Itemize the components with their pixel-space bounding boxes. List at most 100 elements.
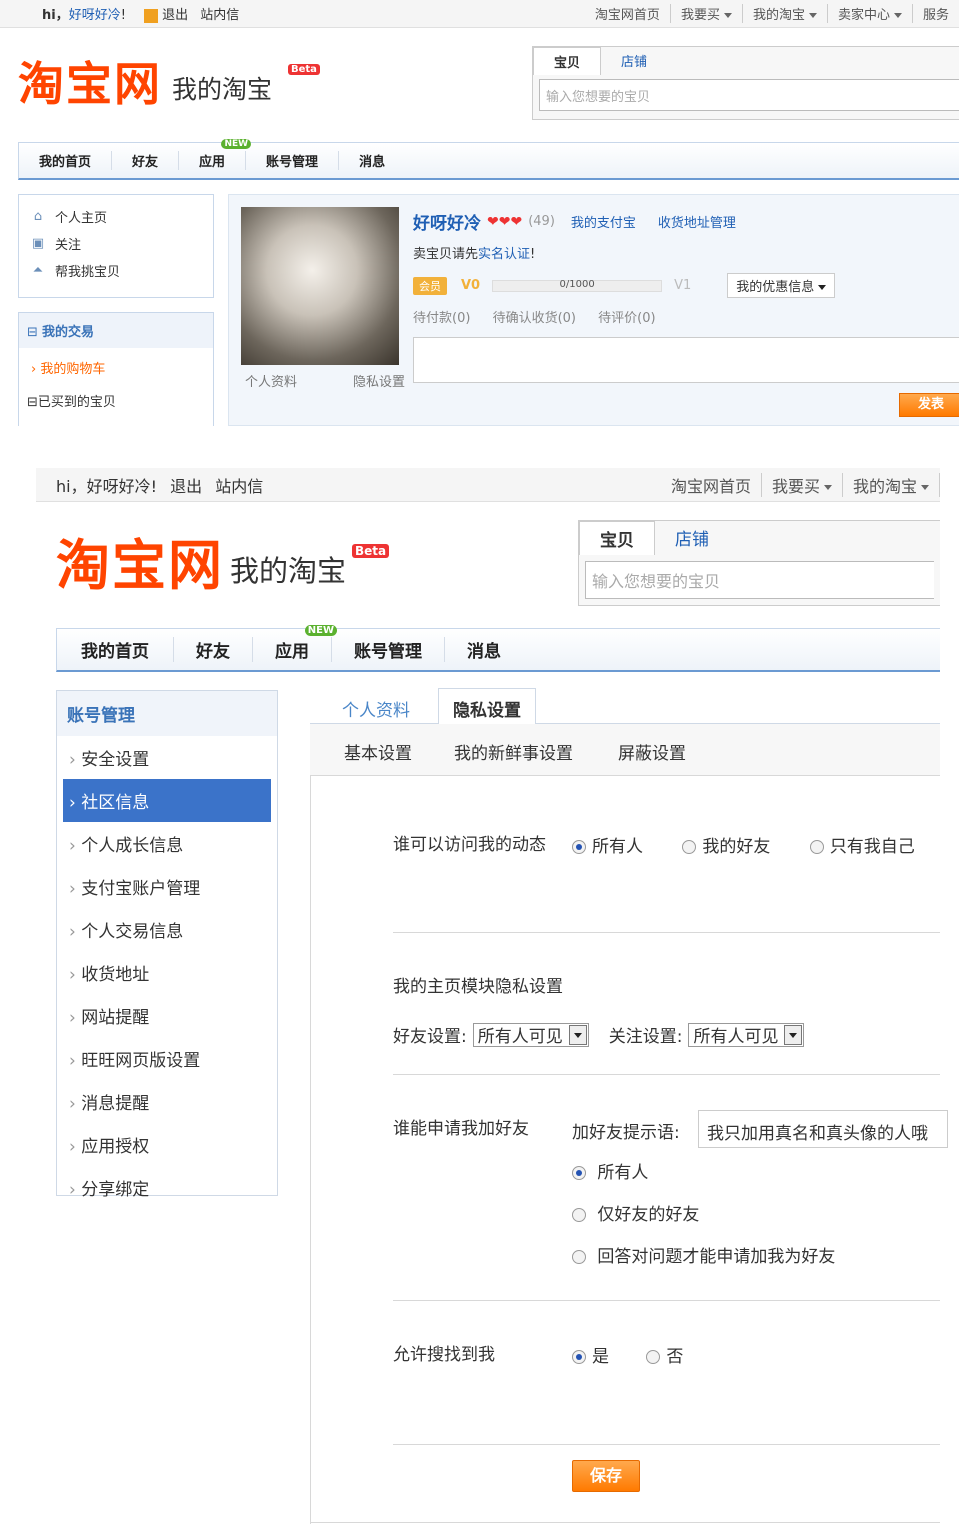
search-input[interactable]: 输入您想要的宝贝 xyxy=(585,561,934,599)
divider xyxy=(393,1300,940,1301)
logo-2[interactable]: 淘宝网 我的淘宝 Beta xyxy=(56,534,390,596)
side-item-homepage[interactable]: ⌂ 个人主页 xyxy=(19,203,213,230)
new-badge: NEW xyxy=(304,625,337,636)
search-tab-shop[interactable]: 店铺 xyxy=(601,47,667,75)
visit-option-friends[interactable]: 我的好友 xyxy=(682,837,770,857)
subtab-feed[interactable]: 我的新鲜事设置 xyxy=(454,739,573,764)
search-input[interactable]: 输入您想要的宝贝 xyxy=(539,79,959,111)
subtab-block[interactable]: 屏蔽设置 xyxy=(618,739,686,764)
sidebar-item[interactable]: › 旺旺网页版设置 xyxy=(57,1037,277,1080)
nav-taobao-home[interactable]: 淘宝网首页 xyxy=(585,4,670,23)
trade-title[interactable]: ⊟ 我的交易 xyxy=(19,313,213,348)
sidebar-item-label: 支付宝账户管理 xyxy=(81,879,201,899)
nav-my-taobao[interactable]: 我的淘宝 xyxy=(741,4,827,23)
apply-option-question[interactable]: 回答对问题才能申请加我为好友 xyxy=(572,1242,835,1284)
nav-apps-tab[interactable]: 应用 NEW xyxy=(253,625,337,662)
post-button[interactable]: 发表 xyxy=(899,393,959,417)
sidebar-item[interactable]: › 个人交易信息 xyxy=(57,908,277,951)
nav-buy-label: 我要买 xyxy=(771,476,820,496)
nav-friends-tab[interactable]: 好友 xyxy=(112,151,180,170)
pending-review[interactable]: 待评价(0) xyxy=(598,311,655,326)
privacy-link[interactable]: 隐私设置 xyxy=(353,371,405,390)
nav-friends-tab[interactable]: 好友 xyxy=(174,637,253,662)
verify-link[interactable]: 实名认证 xyxy=(478,247,530,262)
logo-subtitle: 我的淘宝 xyxy=(172,75,273,104)
sidebar-item[interactable]: › 个人成长信息 xyxy=(57,822,277,865)
visit-option-self[interactable]: 只有我自己 xyxy=(809,837,915,857)
sidebar-item[interactable]: › 收货地址 xyxy=(57,951,277,994)
side-item-follow[interactable]: ▣ 关注 xyxy=(19,230,213,257)
nav-apps-tab[interactable]: 应用 NEW xyxy=(179,139,252,170)
nav-home-tab[interactable]: 我的首页 xyxy=(19,151,113,170)
sidebar-item[interactable]: › 应用授权 xyxy=(57,1123,277,1166)
messages-link[interactable]: 站内信 xyxy=(200,8,239,23)
tab-privacy[interactable]: 隐私设置 xyxy=(438,688,536,725)
visit-option-all[interactable]: 所有人 xyxy=(572,837,643,857)
apply-option-fof[interactable]: 仅好友的好友 xyxy=(572,1200,835,1242)
cart-link[interactable]: › 我的购物车 xyxy=(19,348,213,387)
save-button[interactable]: 保存 xyxy=(572,1460,640,1492)
side-item-pick[interactable]: ⏶ 帮我挑宝贝 xyxy=(19,257,213,284)
address-link[interactable]: 收货地址管理 xyxy=(658,212,736,231)
nav-buy-2[interactable]: 我要买 xyxy=(760,472,842,497)
tab-profile[interactable]: 个人资料 xyxy=(342,696,410,721)
sidebar-item-label: 应用授权 xyxy=(81,1137,150,1157)
nav-messages-tab[interactable]: 消息 xyxy=(445,637,523,662)
sidebar-item[interactable]: › 社区信息 xyxy=(63,779,271,822)
nav-messages-tab[interactable]: 消息 xyxy=(339,151,405,170)
nav-buy[interactable]: 我要买 xyxy=(669,4,742,23)
nav-service[interactable]: 服务 xyxy=(911,4,959,23)
sidebar-item-label: 个人成长信息 xyxy=(81,836,184,856)
dropdown-arrow-icon xyxy=(568,1024,587,1045)
sidebar-item[interactable]: › 网站提醒 xyxy=(57,994,277,1037)
nav-account-tab[interactable]: 账号管理 xyxy=(246,151,340,170)
visit-options: 所有人 我的好友 只有我自己 xyxy=(572,832,915,857)
search-me-no[interactable]: 否 xyxy=(646,1347,683,1367)
nav-seller-label: 卖家中心 xyxy=(837,8,890,23)
logo-1[interactable]: 淘宝网 我的淘宝 Beta xyxy=(18,58,320,110)
search-me-yes[interactable]: 是 xyxy=(572,1347,609,1367)
sidebar-item[interactable]: › 安全设置 xyxy=(57,736,277,779)
dropdown-arrow-icon xyxy=(784,1024,803,1045)
nav-seller[interactable]: 卖家中心 xyxy=(826,4,912,23)
bought-link[interactable]: ⊟已买到的宝贝 xyxy=(19,387,213,414)
subtab-basic[interactable]: 基本设置 xyxy=(344,739,412,764)
greeting: hi， xyxy=(42,8,69,23)
pending-payment[interactable]: 待付款(0) xyxy=(413,311,470,326)
follow-setting-select[interactable]: 所有人可见 xyxy=(688,1022,805,1047)
sidebar-item[interactable]: › 支付宝账户管理 xyxy=(57,865,277,908)
promo-dropdown[interactable]: 我的优惠信息 xyxy=(727,273,836,298)
friend-setting-select[interactable]: 所有人可见 xyxy=(472,1022,589,1047)
sidebar-item[interactable]: › 消息提醒 xyxy=(57,1080,277,1123)
trade-title-label: 我的交易 xyxy=(42,325,95,340)
chevron-right-icon: › xyxy=(69,965,82,985)
avatar[interactable] xyxy=(241,207,399,365)
search-me-options: 是 否 xyxy=(572,1342,683,1367)
nav-home-tab[interactable]: 我的首页 xyxy=(57,637,174,662)
nav-my-taobao-2[interactable]: 我的淘宝 xyxy=(841,472,940,497)
logout-link-2[interactable]: 退出 xyxy=(170,477,202,496)
search-tab-item[interactable]: 宝贝 xyxy=(533,47,602,75)
settings-subtabs: 基本设置 我的新鲜事设置 屏蔽设置 xyxy=(310,724,940,776)
profile-name[interactable]: 好呀好冷 xyxy=(413,209,481,234)
pending-receipt[interactable]: 待确认收货(0) xyxy=(493,311,576,326)
radio-unselected xyxy=(572,1250,586,1264)
progress-bar: 0/1000 xyxy=(492,279,663,292)
hint-input[interactable]: 我只加用真名和真头像的人哦 xyxy=(698,1110,948,1148)
profile-link[interactable]: 个人资料 xyxy=(245,371,297,390)
sidebar-item[interactable]: › 分享绑定 xyxy=(57,1166,277,1209)
search-tab-shop[interactable]: 店铺 xyxy=(655,521,729,555)
nav-taobao-home-2[interactable]: 淘宝网首页 xyxy=(661,473,761,497)
alipay-link[interactable]: 我的支付宝 xyxy=(571,212,636,231)
apply-option-all[interactable]: 所有人 xyxy=(572,1158,835,1200)
messages-link-2[interactable]: 站内信 xyxy=(215,477,263,496)
username-link[interactable]: 好呀好冷 xyxy=(69,8,121,23)
nav-account-tab[interactable]: 账号管理 xyxy=(332,637,445,662)
search-tab-item[interactable]: 宝贝 xyxy=(579,521,655,555)
settings-tabs: 个人资料 隐私设置 xyxy=(310,688,940,725)
photo-links: 个人资料 隐私设置 xyxy=(245,371,405,390)
status-textarea[interactable] xyxy=(413,337,959,383)
logout-link[interactable]: 退出 xyxy=(162,8,188,23)
nav-buy-label: 我要买 xyxy=(680,8,720,23)
nav-apps-label: 应用 xyxy=(199,155,226,170)
